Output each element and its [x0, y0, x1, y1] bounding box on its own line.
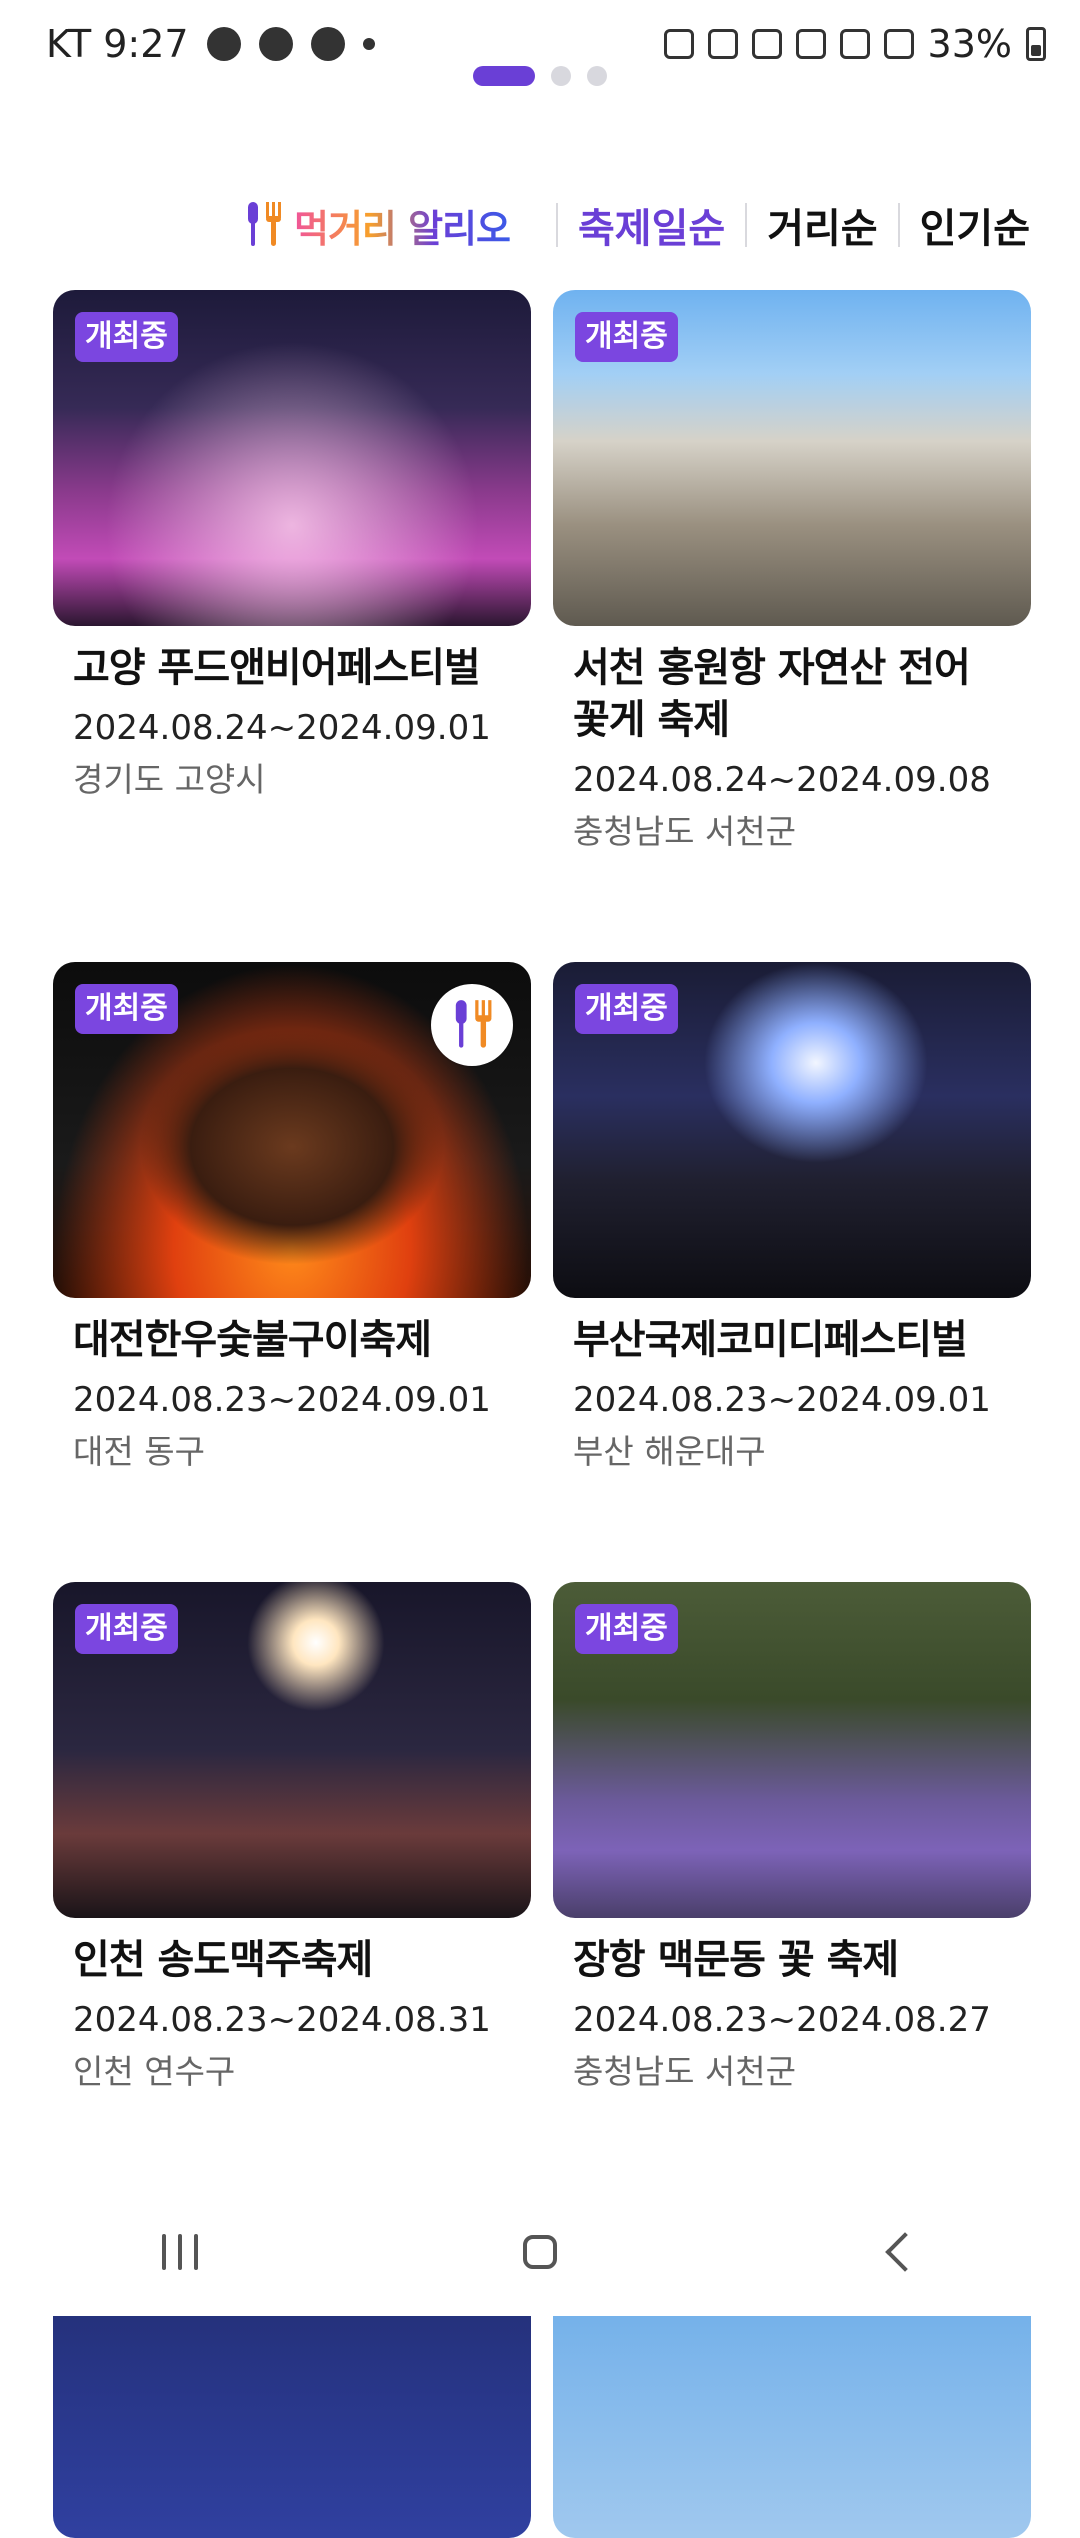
row-spacer: [553, 1474, 1031, 1582]
festival-image[interactable]: 개최중: [553, 290, 1031, 626]
recents-button[interactable]: [120, 2212, 240, 2292]
status-badge: 개최중: [75, 1604, 178, 1654]
home-icon: [523, 2235, 557, 2269]
festival-location: 인천 연수구: [73, 2052, 236, 2091]
fork-spoon-icon: [247, 202, 281, 246]
festival-dates: 2024.08.24~2024.09.01: [73, 708, 491, 748]
signal-icon: [883, 29, 914, 59]
status-badge: 개최중: [575, 312, 678, 362]
sort-by-date[interactable]: 축제일순: [578, 196, 725, 254]
festival-image[interactable]: 개최중: [53, 962, 531, 1298]
divider: [555, 203, 558, 247]
fork-spoon-icon: [455, 1000, 492, 1048]
festival-image[interactable]: 개최중: [53, 290, 531, 626]
row-spacer: [553, 2094, 1031, 2202]
status-right: 33%: [663, 22, 1046, 66]
festival-title[interactable]: 서천 홍원항 자연산 전어 꽃게 축제: [553, 642, 1031, 746]
festival-location: 충청남도 서천군: [573, 812, 797, 851]
logo-text: 먹거리 알리오: [294, 198, 511, 253]
festival-location: 부산 해운대구: [573, 1432, 766, 1471]
festival-card[interactable]: 개최중 서천 홍원항 자연산 전어 꽃게 축제 2024.08.24~2024.…: [553, 290, 1031, 854]
recents-icon: [162, 2234, 166, 2270]
divider: [897, 203, 900, 247]
back-icon: [885, 2232, 925, 2272]
dot-icon: [362, 38, 375, 50]
festival-dates: 2024.08.23~2024.08.27: [573, 2000, 991, 2040]
festival-title[interactable]: 대전한우숯불구이축제: [53, 1314, 531, 1366]
pager-dot[interactable]: [551, 66, 571, 86]
chat-icon: [258, 27, 293, 61]
festival-card[interactable]: 개최중 대전한우숯불구이축제 2024.08.23~2024.09.01 대전 …: [53, 962, 531, 1474]
recents-icon: [178, 2234, 182, 2270]
sort-by-distance[interactable]: 거리순: [767, 196, 877, 254]
festival-dates: 2024.08.23~2024.09.01: [73, 1380, 491, 1420]
festival-card[interactable]: 개최중 장항 맥문동 꽃 축제 2024.08.23~2024.08.27 충청…: [553, 1582, 1031, 2094]
5g-icon: [839, 29, 870, 59]
recents-icon: [194, 2234, 198, 2270]
festival-card[interactable]: 개최중 인천 송도맥주축제 2024.08.23~2024.08.31 인천 연…: [53, 1582, 531, 2094]
battery-percent: 33%: [927, 22, 1012, 66]
festival-title[interactable]: 부산국제코미디페스티벌: [553, 1314, 1031, 1366]
pager-dot[interactable]: [587, 66, 607, 86]
festival-title[interactable]: 고양 푸드앤비어페스티벌: [53, 642, 531, 694]
status-badge: 개최중: [575, 984, 678, 1034]
food-festival-icon: [431, 984, 513, 1066]
festival-image[interactable]: 개최중: [553, 962, 1031, 1298]
festival-card[interactable]: 개최중 고양 푸드앤비어페스티벌 2024.08.24~2024.09.01 경…: [53, 290, 531, 854]
carrier-time: KT 9:27: [46, 22, 189, 66]
festival-location: 대전 동구: [73, 1432, 205, 1471]
status-badge: 개최중: [75, 984, 178, 1034]
festival-image[interactable]: 개최중: [53, 1582, 531, 1918]
bell-icon: [310, 27, 345, 61]
status-badge: 개최중: [575, 1604, 678, 1654]
system-nav-bar: [0, 2188, 1080, 2316]
festival-dates: 2024.08.23~2024.08.31: [73, 2000, 491, 2040]
row-spacer: [553, 854, 1031, 962]
festival-dates: 2024.08.24~2024.09.08: [573, 760, 991, 800]
mute-icon: [751, 29, 782, 59]
festival-title[interactable]: 인천 송도맥주축제: [53, 1934, 531, 1986]
festival-card[interactable]: 개최중 부산국제코미디페스티벌 2024.08.23~2024.09.01 부산…: [553, 962, 1031, 1474]
sort-bar: 먹거리 알리오 축제일순 거리순 인기순: [242, 190, 1030, 260]
status-badge: 개최중: [75, 312, 178, 362]
status-left: KT 9:27: [46, 22, 375, 66]
alarm-icon: [707, 29, 738, 59]
home-button[interactable]: [480, 2212, 600, 2292]
sort-by-popularity[interactable]: 인기순: [920, 196, 1030, 254]
carousel-pager: [0, 66, 1080, 86]
nfc-icon: [663, 29, 694, 59]
festival-title[interactable]: 장항 맥문동 꽃 축제: [553, 1934, 1031, 1986]
festival-dates: 2024.08.23~2024.09.01: [573, 1380, 991, 1420]
row-spacer: [53, 1474, 531, 1582]
pager-dot-active[interactable]: [473, 66, 535, 86]
festival-location: 경기도 고양시: [73, 760, 266, 799]
hd-icon: [795, 29, 826, 59]
row-spacer: [53, 854, 531, 962]
festival-location: 충청남도 서천군: [573, 2052, 797, 2091]
rabbit-icon: [206, 27, 241, 61]
row-spacer: [53, 2094, 531, 2202]
app-logo[interactable]: 먹거리 알리오: [242, 198, 511, 253]
battery-icon: [1026, 27, 1046, 61]
divider: [745, 203, 748, 247]
festival-image[interactable]: 개최중: [553, 1582, 1031, 1918]
back-button[interactable]: [840, 2212, 960, 2292]
